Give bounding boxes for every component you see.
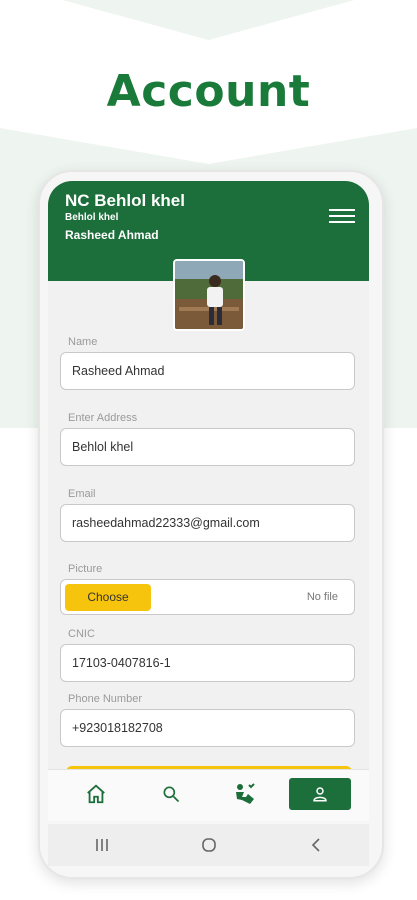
name-field[interactable]: Rasheed Ahmad (60, 352, 355, 390)
name-label: Name (68, 336, 98, 348)
choose-file-button[interactable]: Choose (65, 583, 151, 611)
email-field[interactable]: rasheedahmad22333@gmail.com (60, 504, 355, 542)
nav-account[interactable] (289, 778, 351, 810)
name-value: Rasheed Ahmad (72, 364, 165, 378)
app-title: NC Behlol khel (65, 191, 185, 210)
hamburger-menu-icon[interactable] (329, 209, 355, 223)
back-button[interactable] (296, 830, 336, 860)
home-icon (87, 784, 105, 804)
file-status: No file (306, 591, 338, 603)
cnic-label: CNIC (68, 628, 95, 640)
profile-photo-icon (175, 261, 243, 329)
app-subtitle: Behlol khel (65, 212, 119, 223)
header-user-name: Rasheed Ahmad (65, 228, 159, 242)
nav-search[interactable] (151, 778, 191, 810)
recents-icon (95, 839, 108, 851)
volunteer-icon (236, 783, 255, 804)
phone-field[interactable]: +923018182708 (60, 709, 355, 747)
back-icon (311, 838, 320, 852)
address-value: Behlol khel (72, 440, 134, 454)
cnic-field[interactable]: 17103-0407816-1 (60, 644, 355, 682)
cnic-value: 17103-0407816-1 (72, 656, 171, 670)
phone-value: +923018182708 (72, 721, 163, 735)
nav-home[interactable] (76, 778, 116, 810)
bottom-navigation (48, 769, 369, 821)
address-label: Enter Address (68, 412, 138, 424)
recents-button[interactable] (82, 830, 122, 860)
picture-file-input[interactable]: Choose No file (60, 579, 355, 615)
phone-label: Phone Number (68, 693, 142, 705)
address-field[interactable]: Behlol khel (60, 428, 355, 466)
email-label: Email (68, 488, 96, 500)
app-screen: NC Behlol khel Behlol khel Rasheed Ahmad… (48, 181, 369, 821)
nav-volunteer[interactable] (225, 778, 265, 810)
email-value: rasheedahmad22333@gmail.com (72, 516, 260, 530)
home-circle-icon (201, 838, 216, 852)
system-navigation-bar (48, 824, 369, 866)
person-icon (313, 787, 327, 802)
system-home-button[interactable] (189, 830, 229, 860)
page-headline: Account (106, 66, 311, 117)
profile-avatar[interactable] (173, 259, 245, 331)
search-icon (163, 786, 180, 803)
picture-label: Picture (68, 563, 103, 575)
background-top-shape (62, 0, 355, 40)
